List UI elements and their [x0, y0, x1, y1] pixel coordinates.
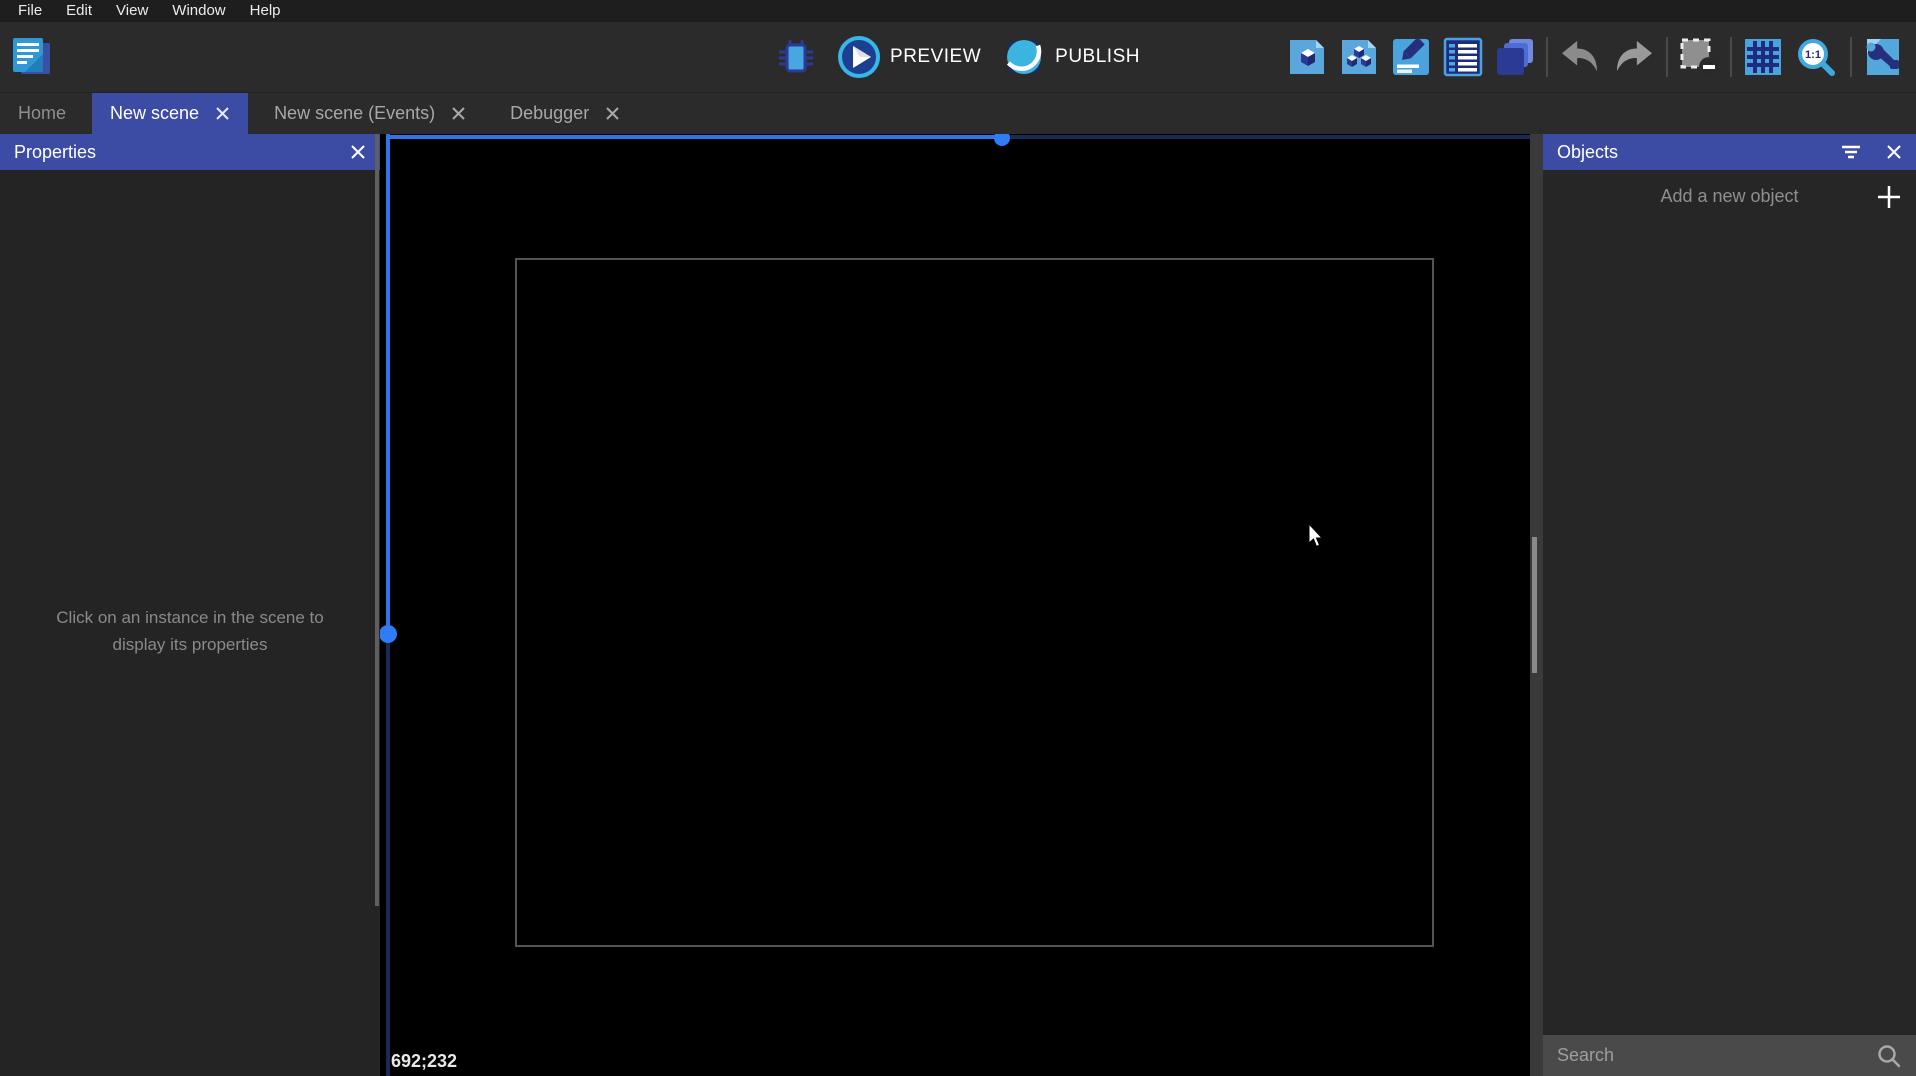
search-input[interactable]: [1557, 1045, 1876, 1066]
toolbar-separator: [1850, 37, 1852, 77]
tab-debugger[interactable]: Debugger: [492, 93, 638, 134]
menubar: File Edit View Window Help: [0, 0, 1916, 22]
tab-new-scene-events[interactable]: New scene (Events): [256, 93, 484, 134]
toolbar-center: PREVIEW PUBLISH: [776, 22, 1140, 92]
cursor-coordinates: 692;232: [391, 1051, 458, 1071]
main-area: Properties Click on an instance in the s…: [0, 134, 1916, 1076]
play-circle-icon: [836, 34, 882, 80]
gdevelop-app: File Edit View Window Help PREVIEW PUBLI…: [0, 0, 1916, 1076]
close-icon[interactable]: [350, 144, 366, 160]
close-icon[interactable]: [451, 106, 466, 121]
properties-panel: Properties Click on an instance in the s…: [0, 134, 380, 1076]
canvas-horizontal-scrollbar-rest[interactable]: [1002, 135, 1530, 139]
objects-panel: Objects Add a new object: [1543, 134, 1916, 1076]
svg-text:1:1: 1:1: [1805, 49, 1821, 61]
edit-scene-properties-icon[interactable]: [1390, 36, 1432, 78]
zoom-one-to-one-icon[interactable]: 1:1: [1794, 36, 1840, 78]
canvas-vertical-scrollbar-rest[interactable]: [386, 634, 390, 1076]
canvas-horizontal-scroll-handle[interactable]: [994, 134, 1010, 146]
undo-icon[interactable]: [1558, 39, 1602, 75]
scene-canvas[interactable]: 692;232: [380, 134, 1530, 1076]
grid-icon[interactable]: [1742, 36, 1784, 78]
tab-new-scene-events-label: New scene (Events): [274, 103, 436, 123]
app-logo-icon[interactable]: [8, 34, 54, 80]
properties-empty-message: Click on an instance in the scene to dis…: [56, 608, 324, 654]
publish-button[interactable]: PUBLISH: [1001, 34, 1140, 80]
properties-panel-body: Click on an instance in the scene to dis…: [0, 170, 380, 1076]
edit-objects-icon[interactable]: [1286, 36, 1328, 78]
properties-panel-header: Properties: [0, 134, 380, 170]
tabbar: Home New scene New scene (Events) Debugg…: [0, 92, 1916, 134]
objects-search-bar: [1543, 1035, 1916, 1076]
add-new-object-button[interactable]: Add a new object: [1543, 170, 1916, 222]
menu-item-file[interactable]: File: [8, 0, 52, 22]
redo-icon[interactable]: [1612, 39, 1656, 75]
debug-icon[interactable]: [776, 37, 816, 77]
canvas-vertical-scroll-handle[interactable]: [380, 625, 397, 643]
add-new-object-label: Add a new object: [1660, 185, 1799, 206]
search-icon[interactable]: [1876, 1043, 1902, 1069]
close-icon[interactable]: [1886, 144, 1902, 160]
tab-debugger-label: Debugger: [510, 103, 590, 123]
objects-panel-header: Objects: [1543, 134, 1916, 170]
filter-icon[interactable]: [1840, 144, 1862, 160]
toolbar-right: 1:1: [1286, 36, 1916, 78]
properties-scrollbar[interactable]: [375, 134, 379, 906]
properties-panel-title: Properties: [14, 141, 97, 162]
tab-new-scene-label: New scene: [110, 103, 200, 123]
layers-icon[interactable]: [1494, 36, 1536, 78]
toolbar-separator: [1666, 37, 1668, 77]
publish-label: PUBLISH: [1055, 46, 1140, 67]
edit-object-groups-icon[interactable]: [1338, 36, 1380, 78]
preview-label: PREVIEW: [890, 46, 982, 67]
publish-globe-icon: [1001, 34, 1047, 80]
divider-scrollbar-thumb[interactable]: [1532, 537, 1537, 673]
scene-settings-wrench-icon[interactable]: [1862, 36, 1904, 78]
instances-list-icon[interactable]: [1442, 36, 1484, 78]
canvas-vertical-scrollbar[interactable]: [386, 134, 390, 634]
close-icon[interactable]: [605, 106, 620, 121]
preview-button[interactable]: PREVIEW: [836, 34, 981, 80]
menu-item-help[interactable]: Help: [240, 0, 291, 22]
menu-item-view[interactable]: View: [106, 0, 158, 22]
scene-window-bounds: [515, 258, 1434, 947]
toolbar-separator: [1730, 37, 1732, 77]
plus-icon[interactable]: [1876, 184, 1902, 210]
menu-item-window[interactable]: Window: [162, 0, 235, 22]
objects-panel-title: Objects: [1557, 141, 1619, 162]
objects-list-empty-area: [1543, 222, 1916, 1035]
deselect-icon[interactable]: [1678, 36, 1720, 78]
mouse-cursor-icon: [1308, 522, 1326, 553]
close-icon[interactable]: [215, 106, 230, 121]
toolbar-separator: [1546, 37, 1548, 77]
tab-new-scene[interactable]: New scene: [92, 93, 249, 134]
tab-home[interactable]: Home: [0, 93, 84, 134]
menu-item-edit[interactable]: Edit: [56, 0, 102, 22]
canvas-horizontal-scrollbar[interactable]: [386, 135, 1002, 139]
canvas-objects-divider[interactable]: [1530, 134, 1543, 1076]
toolbar: PREVIEW PUBLISH 1:1: [0, 22, 1916, 92]
tab-home-label: Home: [18, 103, 67, 123]
